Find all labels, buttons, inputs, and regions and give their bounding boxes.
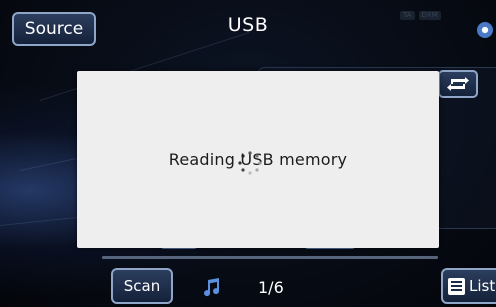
bluetooth-icon (477, 22, 493, 38)
list-button-label: List (469, 277, 496, 295)
track-counter: 1/6 (258, 278, 284, 297)
list-button[interactable]: List (441, 268, 496, 304)
scan-button[interactable]: Scan (111, 268, 173, 304)
status-indicator-dxm: DXM (418, 11, 441, 20)
head-unit-screen: Source USB TA DXM Scan 1/6 List Reading … (0, 0, 496, 307)
loading-spinner-icon (238, 151, 262, 175)
status-indicator-ta: TA (400, 11, 415, 20)
list-icon (448, 278, 465, 295)
music-note-icon (204, 278, 220, 297)
status-indicators: TA DXM (400, 11, 441, 20)
repeat-icon (447, 77, 469, 91)
repeat-button[interactable] (438, 70, 478, 98)
progress-bar (102, 256, 438, 259)
